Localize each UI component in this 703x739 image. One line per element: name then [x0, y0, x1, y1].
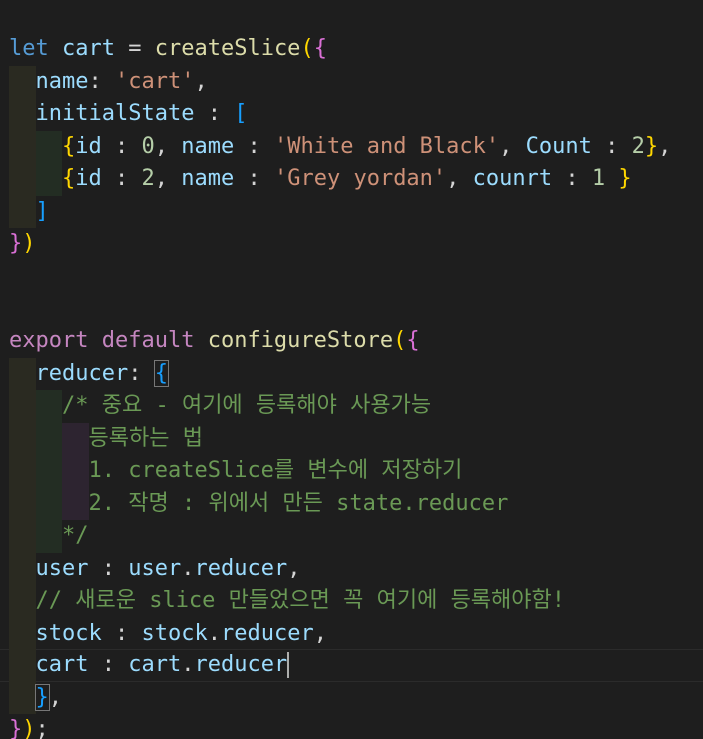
indent-guide	[9, 130, 36, 163]
code-comment: */	[62, 523, 89, 548]
code-text: user : user.reducer,	[35, 555, 301, 581]
indent-guide	[9, 487, 36, 520]
code-line: // 새로운 slice 만들었으면 꼭 여기에 등록해야함!	[0, 585, 565, 618]
code-line-current[interactable]: cart : cart.reducer	[0, 649, 290, 682]
code-comment: // 새로운 slice 만들었으면 꼭 여기에 등록해야함!	[35, 588, 566, 613]
code-text: name: 'cart',	[35, 68, 208, 94]
code-text: },	[34, 683, 62, 711]
code-line: reducer: {	[0, 357, 169, 390]
code-text: initialState : [	[35, 101, 248, 126]
code-comment: /* 중요 - 여기에 등록해야 사용가능	[62, 393, 432, 418]
indent-guide	[62, 455, 89, 488]
code-line: })	[0, 228, 53, 261]
code-line: 1. createSlice를 변수에 저장하기	[0, 455, 462, 488]
indent-guide	[9, 422, 36, 455]
code-text: {id : 0, name : 'White and Black', Count…	[62, 133, 672, 159]
code-comment: 2. 작명 : 위에서 만든 state.reducer	[88, 490, 509, 516]
indent-guide	[9, 617, 36, 650]
indent-guide	[35, 390, 62, 423]
code-line: });	[0, 714, 53, 739]
indent-guide	[9, 357, 36, 390]
code-editor[interactable]: let cart = createSlice({ name: 'cart', i…	[0, 0, 703, 739]
code-line: user : user.reducer,	[0, 552, 300, 585]
indent-guide	[9, 390, 36, 423]
code-text: ]	[35, 198, 49, 224]
indent-guide	[62, 422, 89, 455]
indent-guide	[9, 455, 36, 488]
code-line: {id : 2, name : 'Grey yordan', counrt : …	[0, 163, 632, 196]
code-text: reducer: {	[35, 359, 169, 387]
code-line: 2. 작명 : 위에서 만든 state.reducer	[0, 487, 508, 520]
indent-guide	[35, 487, 62, 520]
indent-guide	[35, 422, 62, 455]
code-line: {id : 0, name : 'White and Black', Count…	[0, 130, 671, 163]
code-text: {id : 2, name : 'Grey yordan', counrt : …	[62, 166, 632, 191]
code-text: export default configureStore({	[9, 328, 420, 353]
indent-guide	[35, 455, 62, 488]
code-text: })	[9, 231, 36, 256]
indent-guide	[9, 520, 36, 553]
code-line: name: 'cart',	[0, 65, 208, 98]
code-line: /* 중요 - 여기에 등록해야 사용가능	[0, 390, 431, 423]
indent-guide	[35, 520, 62, 553]
indent-guide	[9, 163, 36, 196]
indent-guide	[9, 65, 36, 98]
code-line: stock : stock.reducer,	[0, 617, 327, 650]
indent-guide	[9, 681, 36, 714]
code-text: let cart = createSlice({	[9, 36, 327, 61]
indent-guide	[35, 130, 62, 163]
code-line: initialState : [	[0, 98, 247, 131]
code-line: 등록하는 법	[0, 422, 203, 455]
text-cursor	[287, 652, 290, 678]
indent-guide	[9, 98, 36, 131]
indent-guide	[9, 552, 36, 585]
code-line: let cart = createSlice({	[0, 33, 327, 66]
indent-guide	[9, 585, 36, 618]
indent-guide	[62, 487, 89, 520]
code-comment: 등록하는 법	[88, 425, 203, 451]
indent-guide	[9, 195, 36, 228]
indent-guide	[35, 163, 62, 196]
code-line: export default configureStore({	[0, 325, 420, 358]
code-text: stock : stock.reducer,	[35, 620, 327, 646]
code-line: ]	[0, 195, 53, 228]
code-text: cart : cart.reducer	[35, 652, 290, 678]
code-line: },	[0, 681, 62, 714]
code-line: */	[0, 520, 89, 553]
code-comment: 1. createSlice를 변수에 저장하기	[88, 458, 463, 483]
indent-guide	[9, 649, 36, 682]
code-text: });	[9, 717, 49, 739]
